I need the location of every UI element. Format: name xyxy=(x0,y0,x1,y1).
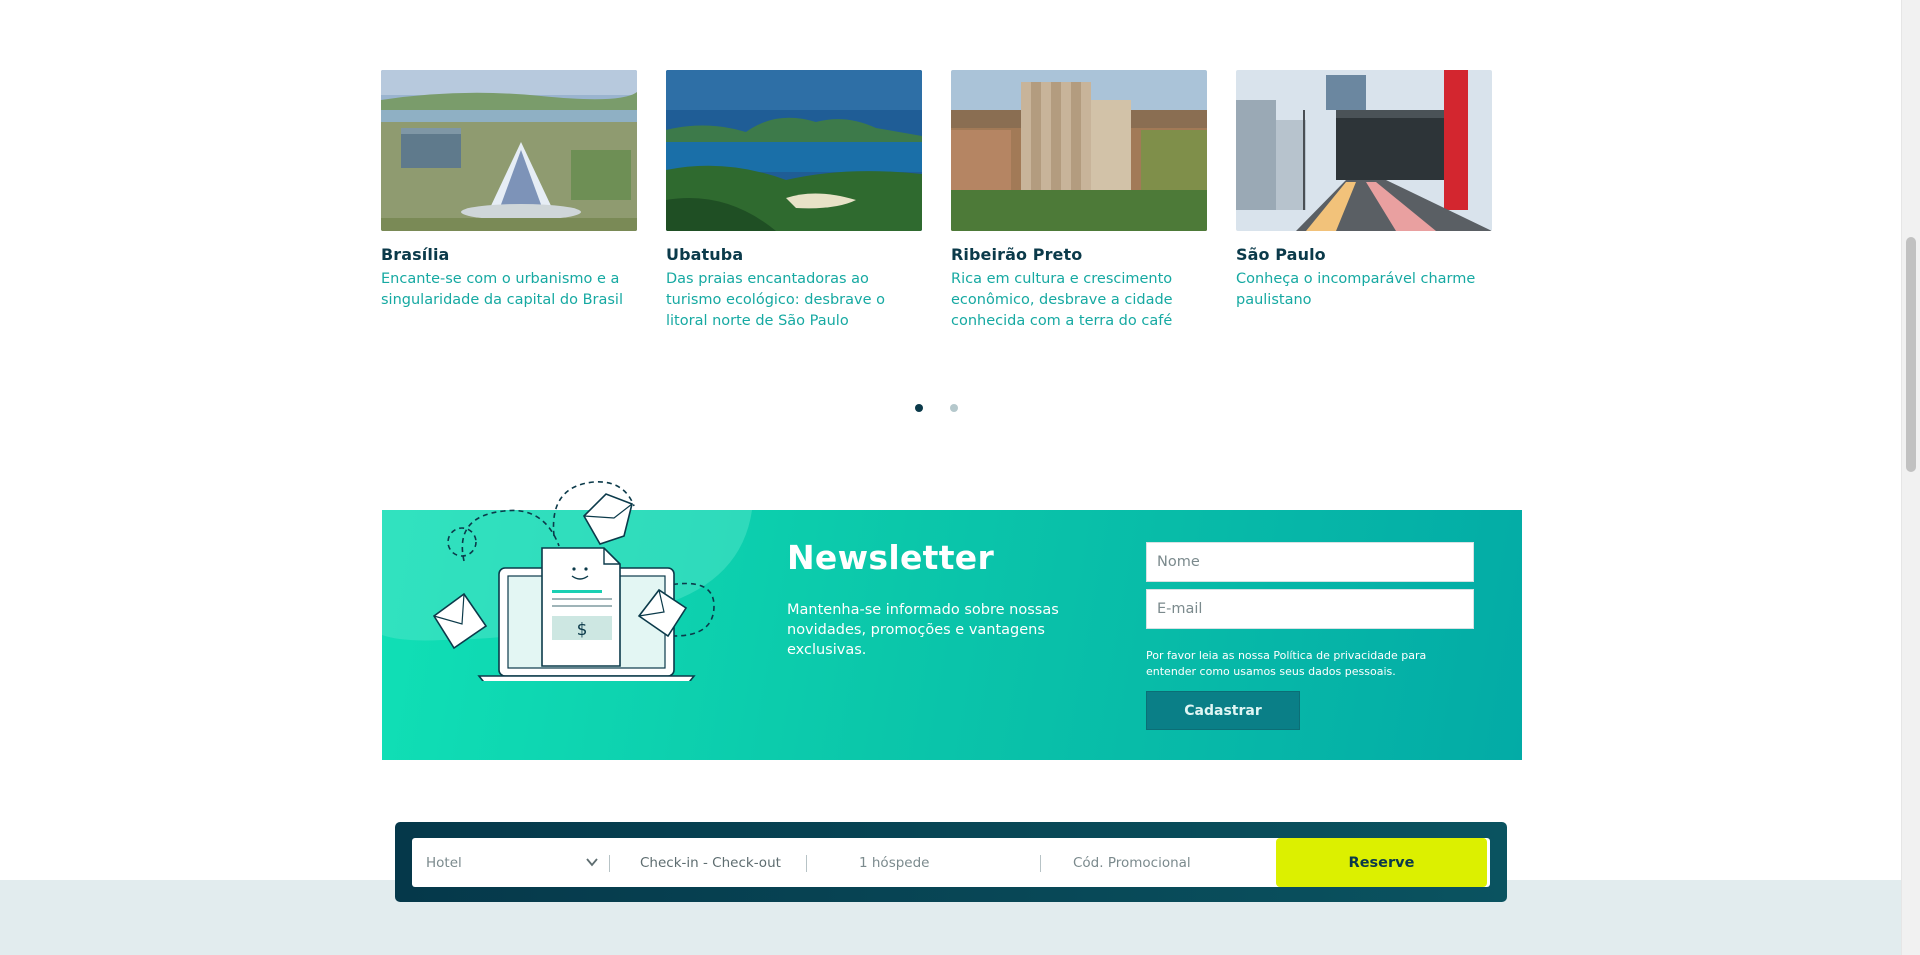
carousel-dot-1[interactable] xyxy=(915,404,923,412)
email-field[interactable] xyxy=(1146,589,1474,629)
name-field[interactable] xyxy=(1146,542,1474,582)
destination-description: Das praias encantadoras ao turismo ecoló… xyxy=(666,271,885,329)
booking-bar: Hotel Check-in - Check-out 1 hóspede Cód… xyxy=(395,822,1507,902)
dollar-document-icon: $ xyxy=(541,547,621,667)
destination-card-ubatuba[interactable]: Ubatuba Das praias encantadoras ao turis… xyxy=(666,70,922,332)
sao-paulo-image[interactable] xyxy=(1236,70,1492,231)
newsletter-section: $ Newsletter Mantenha-se informado sobre… xyxy=(382,481,1522,760)
guests-selector[interactable]: 1 hóspede xyxy=(859,838,929,887)
page-scrollbar[interactable] xyxy=(1901,0,1920,955)
svg-text:$: $ xyxy=(577,620,588,640)
destination-title[interactable]: Ubatuba xyxy=(666,245,922,264)
scrollbar-thumb[interactable] xyxy=(1906,237,1916,472)
reserve-button[interactable]: Reserve xyxy=(1276,838,1487,887)
destination-description: Conheça o incomparável charme paulistano xyxy=(1236,271,1476,308)
brasilia-image[interactable] xyxy=(381,70,637,231)
subscribe-button[interactable]: Cadastrar xyxy=(1146,691,1300,730)
newsletter-description: Mantenha-se informado sobre nossas novid… xyxy=(787,602,1059,658)
newsletter-title: Newsletter xyxy=(787,538,995,577)
destination-card-ribeirao-preto[interactable]: Ribeirão Preto Rica em cultura e crescim… xyxy=(951,70,1207,332)
envelope-icon xyxy=(432,592,488,650)
hotel-select[interactable]: Hotel xyxy=(426,838,604,887)
field-divider xyxy=(609,855,610,872)
booking-form: Hotel Check-in - Check-out 1 hóspede Cód… xyxy=(412,838,1490,887)
destination-card-brasilia[interactable]: Brasília Encante-se com o urbanismo e a … xyxy=(381,70,637,311)
field-divider xyxy=(806,855,807,872)
ubatuba-image[interactable] xyxy=(666,70,922,231)
field-divider xyxy=(1040,855,1041,872)
dates-picker[interactable]: Check-in - Check-out xyxy=(640,838,781,887)
destination-title[interactable]: São Paulo xyxy=(1236,245,1492,264)
destination-title[interactable]: Brasília xyxy=(381,245,637,264)
destination-description: Rica em cultura e crescimento econômico,… xyxy=(951,271,1173,329)
carousel-dot-2[interactable] xyxy=(950,404,958,412)
privacy-notice[interactable]: Por favor leia as nossa Política de priv… xyxy=(1146,648,1446,680)
destination-title[interactable]: Ribeirão Preto xyxy=(951,245,1207,264)
destination-description: Encante-se com o urbanismo e a singulari… xyxy=(381,271,623,308)
carousel-pagination xyxy=(912,404,962,416)
envelope-icon xyxy=(583,493,633,545)
destination-card-sao-paulo[interactable]: São Paulo Conheça o incomparável charme … xyxy=(1236,70,1492,311)
ribeirao-preto-image[interactable] xyxy=(951,70,1207,231)
hotel-select-label: Hotel xyxy=(426,854,462,871)
promo-code-field[interactable]: Cód. Promocional xyxy=(1073,838,1191,887)
chevron-down-icon[interactable] xyxy=(585,855,599,869)
newsletter-illustration: $ xyxy=(432,481,715,681)
